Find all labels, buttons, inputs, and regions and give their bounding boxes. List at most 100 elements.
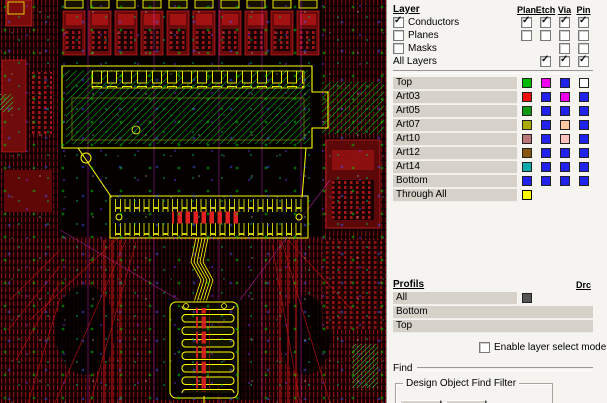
masks-pin-checkbox[interactable]	[578, 43, 589, 54]
layer-color-swatch[interactable]	[522, 120, 532, 130]
layer-row-art10: Art10	[393, 132, 607, 146]
conductors-via-checkbox[interactable]	[559, 17, 570, 28]
layer-color-swatch[interactable]	[522, 78, 532, 88]
layer-row-art12: Art12	[393, 146, 607, 160]
layer-label[interactable]: Art12	[393, 147, 517, 160]
via-color-swatch[interactable]	[560, 148, 570, 158]
via-color-swatch[interactable]	[560, 92, 570, 102]
layer-label[interactable]: Through All	[393, 189, 517, 202]
layer-header-row: Layer Plan Etch Via Pin	[393, 3, 607, 16]
layer-color-swatch[interactable]	[522, 106, 532, 116]
panel-spacer	[393, 202, 607, 278]
conductors-label: Conductors	[408, 17, 459, 28]
layer-label[interactable]: Art03	[393, 91, 517, 104]
etch-color-swatch[interactable]	[541, 162, 551, 172]
via-dots	[0, 0, 386, 403]
layer-color-swatch[interactable]	[522, 176, 532, 186]
find-filter-group-label: Design Object Find Filter	[403, 378, 519, 389]
masks-via-checkbox[interactable]	[559, 43, 570, 54]
via-color-swatch[interactable]	[560, 162, 570, 172]
pin-color-swatch[interactable]	[579, 120, 589, 130]
planes-plan-checkbox[interactable]	[521, 30, 532, 41]
planes-label: Planes	[408, 30, 439, 41]
profile-row-top: Top	[393, 319, 607, 333]
profile-header: Profils	[393, 279, 424, 290]
all-layers-pin-checkbox[interactable]	[578, 56, 589, 67]
planes-etch-checkbox[interactable]	[540, 30, 551, 41]
etch-color-swatch[interactable]	[541, 176, 551, 186]
pin-color-swatch[interactable]	[579, 134, 589, 144]
conductors-etch-checkbox[interactable]	[540, 17, 551, 28]
masks-checkbox[interactable]	[393, 43, 404, 54]
profile-label[interactable]: All	[393, 292, 517, 305]
group-row-masks: Masks	[393, 42, 607, 55]
pin-color-swatch[interactable]	[579, 92, 589, 102]
planes-via-checkbox[interactable]	[559, 30, 570, 41]
layer-header: Layer	[393, 4, 420, 15]
pcb-view[interactable]	[0, 0, 386, 403]
pin-color-swatch[interactable]	[579, 176, 589, 186]
pin-color-swatch[interactable]	[579, 148, 589, 158]
layer-label[interactable]: Top	[393, 77, 517, 90]
layer-color-swatch[interactable]	[522, 162, 532, 172]
pin-color-swatch[interactable]	[579, 162, 589, 172]
pcb-canvas[interactable]	[0, 0, 386, 403]
layer-color-swatch[interactable]	[522, 148, 532, 158]
layer-color-swatch[interactable]	[522, 134, 532, 144]
all-layers-label: All Layers	[393, 56, 437, 67]
section-divider	[393, 70, 593, 74]
find-label: Find	[393, 363, 412, 374]
column-header-via: Via	[558, 5, 571, 15]
layer-color-swatch[interactable]	[522, 92, 532, 102]
via-color-swatch[interactable]	[560, 78, 570, 88]
layer-label[interactable]: Bottom	[393, 175, 517, 188]
drc-color-swatch[interactable]	[522, 293, 532, 303]
profile-header-row: Profils Drc	[393, 278, 607, 291]
conductors-plan-checkbox[interactable]	[521, 17, 532, 28]
etch-color-swatch[interactable]	[541, 134, 551, 144]
group-row-planes: Planes	[393, 29, 607, 42]
planes-checkbox[interactable]	[393, 30, 404, 41]
layer-row-through-all: Through All	[393, 188, 607, 202]
layer-row-art05: Art05	[393, 104, 607, 118]
design-object-find-filter-group: Design Object Find Filter All On All Off	[395, 383, 553, 403]
group-row-all-layers: All Layers	[393, 55, 607, 68]
layer-label[interactable]: Art07	[393, 119, 517, 132]
etch-color-swatch[interactable]	[541, 92, 551, 102]
via-color-swatch[interactable]	[560, 176, 570, 186]
masks-label: Masks	[408, 43, 437, 54]
planes-pin-checkbox[interactable]	[578, 30, 589, 41]
column-header-etch: Etch	[536, 5, 556, 15]
drc-column-header: Drc	[576, 280, 591, 290]
via-color-swatch[interactable]	[560, 134, 570, 144]
enable-layer-select-label: Enable layer select mode	[494, 342, 606, 353]
layer-color-swatch[interactable]	[522, 190, 532, 200]
visibility-panel: Layer Plan Etch Via Pin Conductors Plane…	[386, 0, 607, 403]
etch-color-swatch[interactable]	[541, 148, 551, 158]
layer-row-bottom: Bottom	[393, 174, 607, 188]
layer-row-top: Top	[393, 76, 607, 90]
enable-layer-select-row: Enable layer select mode	[479, 340, 607, 354]
etch-color-swatch[interactable]	[541, 78, 551, 88]
profile-label[interactable]: Bottom	[393, 306, 593, 319]
layer-label[interactable]: Art14	[393, 161, 517, 174]
all-layers-etch-checkbox[interactable]	[540, 56, 551, 67]
conductors-pin-checkbox[interactable]	[578, 17, 589, 28]
layer-label[interactable]: Art10	[393, 133, 517, 146]
pin-color-swatch[interactable]	[579, 106, 589, 116]
etch-color-swatch[interactable]	[541, 120, 551, 130]
column-header-pin: Pin	[576, 5, 590, 15]
layer-row-art07: Art07	[393, 118, 607, 132]
layer-row-art03: Art03	[393, 90, 607, 104]
all-layers-via-checkbox[interactable]	[559, 56, 570, 67]
find-divider	[417, 367, 593, 371]
via-color-swatch[interactable]	[560, 120, 570, 130]
group-row-conductors: Conductors	[393, 16, 607, 29]
layer-label[interactable]: Art05	[393, 105, 517, 118]
enable-layer-select-checkbox[interactable]	[479, 342, 490, 353]
via-color-swatch[interactable]	[560, 106, 570, 116]
profile-label[interactable]: Top	[393, 320, 593, 333]
etch-color-swatch[interactable]	[541, 106, 551, 116]
pin-color-swatch[interactable]	[579, 78, 589, 88]
conductors-checkbox[interactable]	[393, 17, 404, 28]
